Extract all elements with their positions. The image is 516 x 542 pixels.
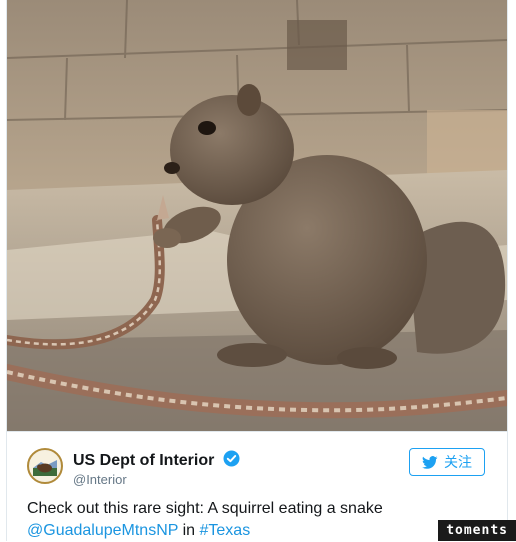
mention-link[interactable]: @GuadalupeMtnsNP	[27, 522, 178, 539]
tweet-text: Check out this rare sight: A squirrel ea…	[27, 498, 497, 542]
hashtag-link[interactable]: #Texas	[200, 522, 251, 539]
author-handle[interactable]: @Interior	[73, 472, 127, 487]
author-name[interactable]: US Dept of Interior	[73, 452, 214, 469]
follow-button[interactable]: 关注	[409, 448, 485, 476]
tweet-card: US Dept of Interior @Interior 关注 Check o…	[6, 0, 508, 541]
author-name-row: US Dept of Interior	[73, 450, 240, 470]
twitter-bird-icon	[422, 455, 438, 469]
watermark: toments	[438, 520, 516, 541]
tweet-photo[interactable]	[7, 0, 507, 431]
tweet-header: US Dept of Interior @Interior 关注	[7, 431, 507, 492]
verified-badge-icon	[223, 450, 240, 467]
bison-seal-icon	[30, 451, 60, 481]
avatar[interactable]	[27, 448, 63, 484]
squirrel-photo	[7, 0, 507, 431]
follow-label: 关注	[444, 454, 472, 470]
tweet-body: Check out this rare sight: A squirrel ea…	[27, 500, 383, 517]
tweet-in-word: in	[182, 522, 196, 539]
